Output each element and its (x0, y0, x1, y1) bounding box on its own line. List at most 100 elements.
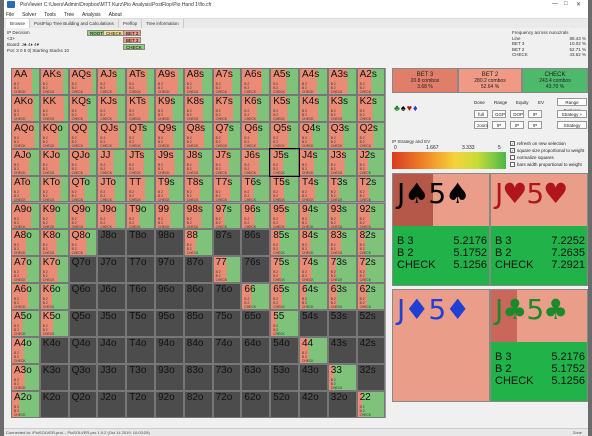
hand-cell-76o[interactable]: 76o (212, 283, 242, 311)
hand-cell-K6s[interactable]: K6s B 2B 2 CHECK (241, 94, 271, 122)
hand-cell-64s[interactable]: 64s B 2B 2 CHECK (299, 283, 328, 311)
menu-tools[interactable]: Tools (44, 12, 56, 18)
hand-cell-Q4s[interactable]: Q4s B 2B 2 CHECK (299, 121, 328, 149)
hand-cell-82o[interactable]: 82o (183, 390, 213, 418)
hand-cell-82s[interactable]: 82s B 2B 2 CHECK (356, 229, 386, 257)
hand-cell-A7o[interactable]: A7o B 2B 2 CHECK (11, 256, 40, 284)
hand-cell-JJ[interactable]: JJ B 2B 2 CHECK (97, 148, 127, 176)
close-icon[interactable]: ✕ (576, 1, 581, 8)
hand-cell-97s[interactable]: 97s B 2B 2 CHECK (212, 202, 242, 230)
hand-cell-QJo[interactable]: QJo B 2B 2 CHECK (68, 148, 98, 176)
hand-cell-QJs[interactable]: QJs B 2B 2 CHECK (97, 121, 127, 149)
ip-button-2[interactable]: IP (492, 121, 506, 129)
hand-cell-K9o[interactable]: K9o B 2B 2 CHECK (39, 202, 69, 230)
hand-cell-JTo[interactable]: JTo B 2B 2 CHECK (97, 175, 127, 203)
path-bet2[interactable]: BET 2 (123, 30, 142, 36)
hand-cell-96s[interactable]: 96s B 2B 2 CHECK (241, 202, 271, 230)
hand-cell-ATs[interactable]: ATs B 2B 2 CHECK (126, 68, 155, 95)
hand-cell-K5s[interactable]: K5s B 2B 2 CHECK (270, 94, 299, 122)
hand-cell-J8s[interactable]: J8s B 2B 2 CHECK (183, 148, 213, 176)
hand-cell-T2o[interactable]: T2o (126, 390, 155, 418)
ip-button-3[interactable]: IP (510, 121, 524, 129)
tab-browse[interactable]: Browse (6, 19, 31, 28)
hand-cell-62s[interactable]: 62s B 2B 2 CHECK (356, 283, 386, 311)
hand-cell-T7o[interactable]: T7o (126, 256, 155, 284)
hand-cell-Q6s[interactable]: Q6s B 2B 2 CHECK (241, 121, 271, 149)
hand-cell-KTs[interactable]: KTs B 2B 2 CHECK (126, 94, 155, 122)
hand-cell-K4o[interactable]: K4o (39, 337, 69, 364)
hand-cell-53s[interactable]: 53s (327, 310, 357, 337)
hand-cell-75s[interactable]: 75s B 2B 2 CHECK (270, 256, 299, 284)
mode-range[interactable]: Range (494, 100, 507, 105)
full-button[interactable]: full (474, 110, 488, 118)
hand-cell-K3s[interactable]: K3s B 2B 2 CHECK (327, 94, 357, 122)
hand-cell-42o[interactable]: 42o (299, 390, 328, 418)
hand-cell-74o[interactable]: 74o (212, 337, 242, 364)
hand-cell-A4o[interactable]: A4o B 2B 2 CHECK (11, 337, 40, 364)
club-icon[interactable]: ♣ (394, 103, 401, 113)
hand-cell-A6o[interactable]: A6o B 2B 2 CHECK (11, 283, 40, 311)
hand-cell-93o[interactable]: 93o (155, 363, 184, 391)
maximize-icon[interactable]: □ (564, 1, 568, 7)
hand-cell-Q8s[interactable]: Q8s B 2B 2 CHECK (183, 121, 213, 149)
bars-width-checkbox[interactable]: bars width proportional to weight (510, 162, 582, 168)
path-check2[interactable]: CHECK (123, 44, 145, 50)
hand-cell-98o[interactable]: 98o (155, 229, 184, 257)
hand-cell-22[interactable]: 22 B 2B 2 CHECK (356, 390, 386, 418)
hand-cell-64o[interactable]: 64o (241, 337, 271, 364)
hand-cell-K2s[interactable]: K2s B 2B 2 CHECK (356, 94, 386, 122)
hand-cell-Q9s[interactable]: Q9s B 2B 2 CHECK (155, 121, 184, 149)
hand-cell-96o[interactable]: 96o (155, 283, 184, 311)
hand-cell-J7o[interactable]: J7o (97, 256, 127, 284)
hand-cell-92o[interactable]: 92o (155, 390, 184, 418)
combo-card-1[interactable]: J♥5♥ B 3 7.2252 B 2 7.2635 CHECK 7.2921 (490, 173, 588, 286)
hand-cell-95s[interactable]: 95s B 2B 2 CHECK (270, 202, 299, 230)
hand-cell-52s[interactable]: 52s (356, 310, 386, 337)
hand-cell-J2s[interactable]: J2s B 2B 2 CHECK (356, 148, 386, 176)
hand-cell-Q6o[interactable]: Q6o (68, 283, 98, 311)
refresh-checkbox[interactable]: ✓ refresh on new selection (510, 141, 566, 147)
hand-cell-83o[interactable]: 83o (183, 363, 213, 391)
action-bet2[interactable]: BET 2 280.2 combos 52.64 % (458, 68, 522, 93)
hand-cell-QTo[interactable]: QTo B 2B 2 CHECK (68, 175, 98, 203)
hand-cell-72s[interactable]: 72s B 2B 2 CHECK (356, 256, 386, 284)
oop-button[interactable]: OOP (510, 110, 524, 118)
hand-cell-94o[interactable]: 94o (155, 337, 184, 364)
hand-cell-KK[interactable]: KK B 2B 2 CHECK (39, 94, 69, 122)
hand-cell-Q2o[interactable]: Q2o (68, 390, 98, 418)
hand-cell-T5o[interactable]: T5o (126, 310, 155, 337)
hand-cell-92s[interactable]: 92s B 2B 2 CHECK (356, 202, 386, 230)
hand-cell-A8o[interactable]: A8o B 2B 2 CHECK (11, 229, 40, 257)
hand-cell-A5o[interactable]: A5o B 2B 2 CHECK (11, 310, 40, 337)
hand-cell-AQs[interactable]: AQs B 2B 2 CHECK (68, 68, 98, 95)
hand-cell-A3o[interactable]: A3o B 2B 2 CHECK (11, 363, 40, 391)
hand-cell-94s[interactable]: 94s B 2B 2 CHECK (299, 202, 328, 230)
hand-cell-KTo[interactable]: KTo B 2B 2 CHECK (39, 175, 69, 203)
mode-equity[interactable]: Equity (516, 100, 529, 105)
hand-cell-T5s[interactable]: T5s B 2B 2 CHECK (270, 175, 299, 203)
menu-solver[interactable]: Solver (22, 12, 36, 18)
hand-cell-77[interactable]: 77 B 2B 2 CHECK (212, 256, 242, 284)
hand-cell-86o[interactable]: 86o (183, 283, 213, 311)
hand-cell-KQs[interactable]: KQs B 2B 2 CHECK (68, 94, 98, 122)
menu-analysis[interactable]: Analysis (82, 12, 101, 18)
hand-cell-Q5s[interactable]: Q5s B 2B 2 CHECK (270, 121, 299, 149)
hand-cell-Q5o[interactable]: Q5o (68, 310, 98, 337)
hand-cell-42s[interactable]: 42s (356, 337, 386, 364)
zoom-button[interactable]: zoom (474, 121, 488, 129)
hand-cell-J6o[interactable]: J6o (97, 283, 127, 311)
hand-cell-QQ[interactable]: QQ B 2B 2 CHECK (68, 121, 98, 149)
hand-cell-KJo[interactable]: KJo B 2B 2 CHECK (39, 148, 69, 176)
hand-cell-Q3s[interactable]: Q3s B 2B 2 CHECK (327, 121, 357, 149)
hand-cell-T4o[interactable]: T4o (126, 337, 155, 364)
hand-cell-K3o[interactable]: K3o (39, 363, 69, 391)
hand-cell-A9s[interactable]: A9s B 2B 2 CHECK (155, 68, 184, 95)
hand-cell-93s[interactable]: 93s B 2B 2 CHECK (327, 202, 357, 230)
hand-cell-T8o[interactable]: T8o (126, 229, 155, 257)
hand-cell-AA[interactable]: AA B 2B 2 CHECK (11, 68, 40, 95)
hand-cell-Q4o[interactable]: Q4o (68, 337, 98, 364)
hand-cell-98s[interactable]: 98s B 2B 2 CHECK (183, 202, 213, 230)
hand-cell-65s[interactable]: 65s B 2B 2 CHECK (270, 283, 299, 311)
hand-cell-K8s[interactable]: K8s B 2B 2 CHECK (183, 94, 213, 122)
hand-cell-Q3o[interactable]: Q3o (68, 363, 98, 391)
